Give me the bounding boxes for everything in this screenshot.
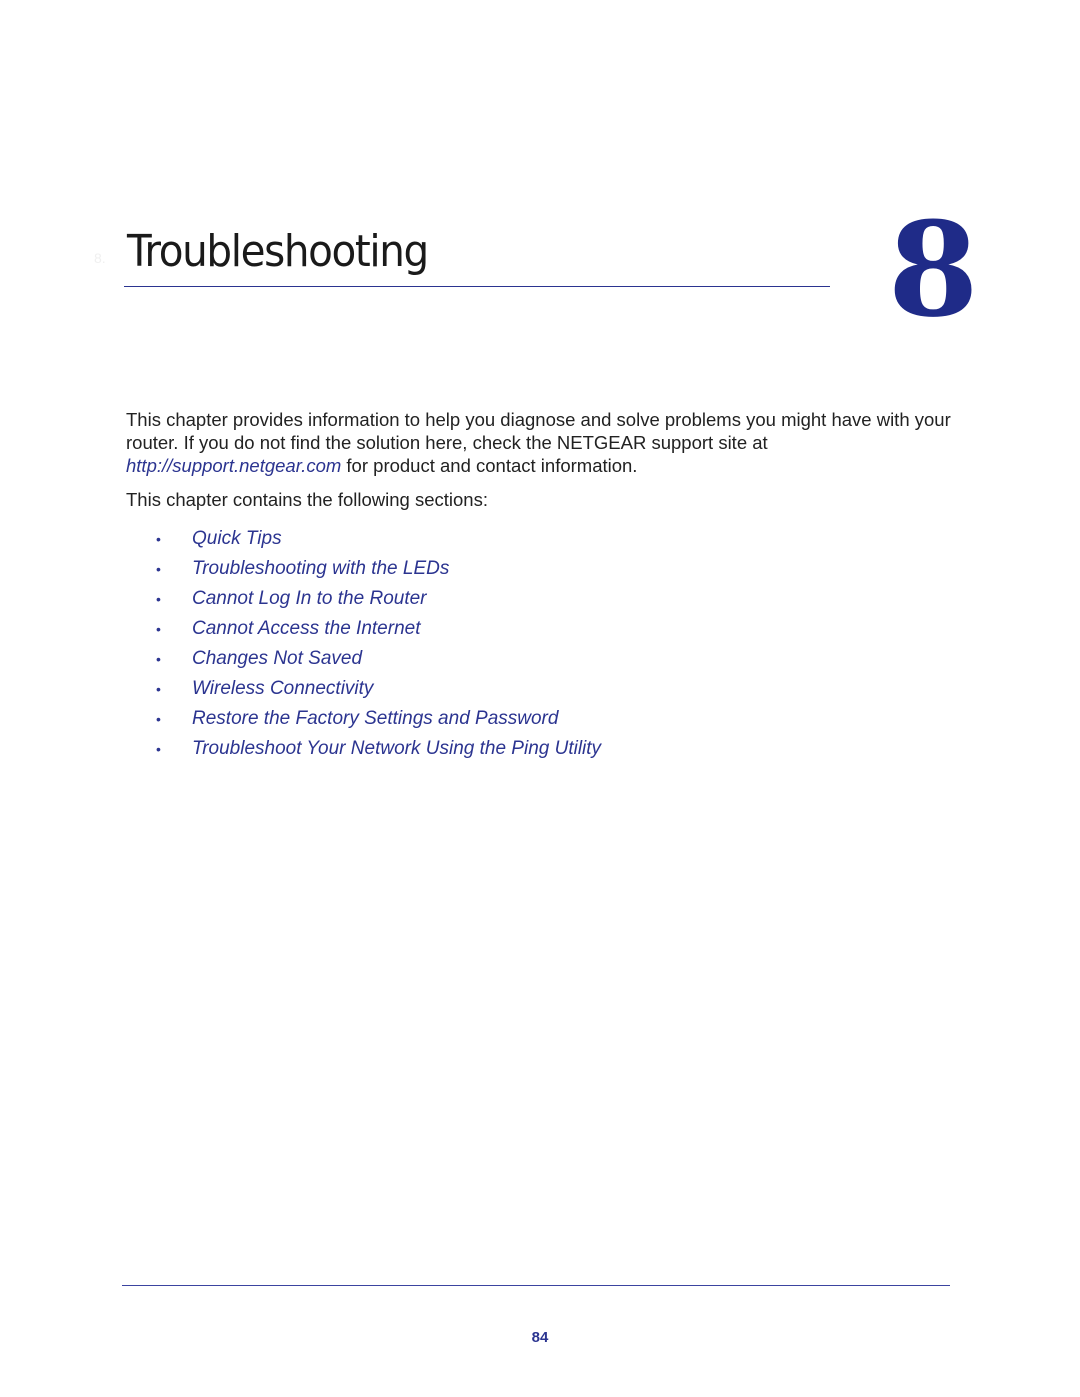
bullet-icon: •: [156, 621, 161, 637]
intro-text-end: for product and contact information.: [341, 455, 638, 476]
section-item: • Quick Tips: [156, 524, 601, 554]
section-link-leds[interactable]: Troubleshooting with the LEDs: [192, 558, 449, 580]
sections-intro: This chapter contains the following sect…: [126, 489, 488, 510]
footer-divider: [122, 1285, 950, 1286]
page-number: 84: [531, 1329, 549, 1346]
section-list: • Quick Tips • Troubleshooting with the LE…: [156, 524, 601, 764]
bullet-icon: •: [156, 681, 161, 697]
section-link-changes-not-saved[interactable]: Changes Not Saved: [192, 648, 362, 670]
section-link-restore-factory-settings[interactable]: Restore the Factory Settings and Passwor…: [192, 708, 558, 730]
bullet-icon: •: [156, 651, 161, 667]
section-item: • Cannot Access the Internet: [156, 614, 601, 644]
bullet-icon: •: [156, 711, 161, 727]
section-link-cannot-access-internet[interactable]: Cannot Access the Internet: [192, 618, 420, 640]
bullet-icon: •: [156, 591, 161, 607]
section-item: • Cannot Log In to the Router: [156, 584, 601, 614]
bullet-icon: •: [156, 741, 161, 757]
support-link[interactable]: http://support.netgear.com: [126, 455, 341, 476]
chapter-ghost-label: 8.: [94, 250, 106, 266]
title-divider: [124, 286, 830, 287]
bullet-icon: •: [156, 531, 161, 547]
section-link-quick-tips[interactable]: Quick Tips: [192, 528, 282, 550]
section-item: • Wireless Connectivity: [156, 674, 601, 704]
chapter-title: Troubleshooting: [127, 226, 429, 277]
section-item: • Restore the Factory Settings and Passwo…: [156, 704, 601, 734]
chapter-number: 8: [888, 193, 979, 346]
section-item: • Troubleshoot Your Network Using the Pin…: [156, 734, 601, 764]
section-item: • Changes Not Saved: [156, 644, 601, 674]
section-link-wireless-connectivity[interactable]: Wireless Connectivity: [192, 678, 373, 700]
intro-paragraph: This chapter provides information to hel…: [126, 408, 956, 477]
intro-text-start: This chapter provides information to hel…: [126, 409, 951, 453]
section-link-ping-utility[interactable]: Troubleshoot Your Network Using the Ping…: [192, 738, 601, 760]
bullet-icon: •: [156, 561, 161, 577]
section-item: • Troubleshooting with the LEDs: [156, 554, 601, 584]
section-link-cannot-log-in[interactable]: Cannot Log In to the Router: [192, 588, 427, 610]
